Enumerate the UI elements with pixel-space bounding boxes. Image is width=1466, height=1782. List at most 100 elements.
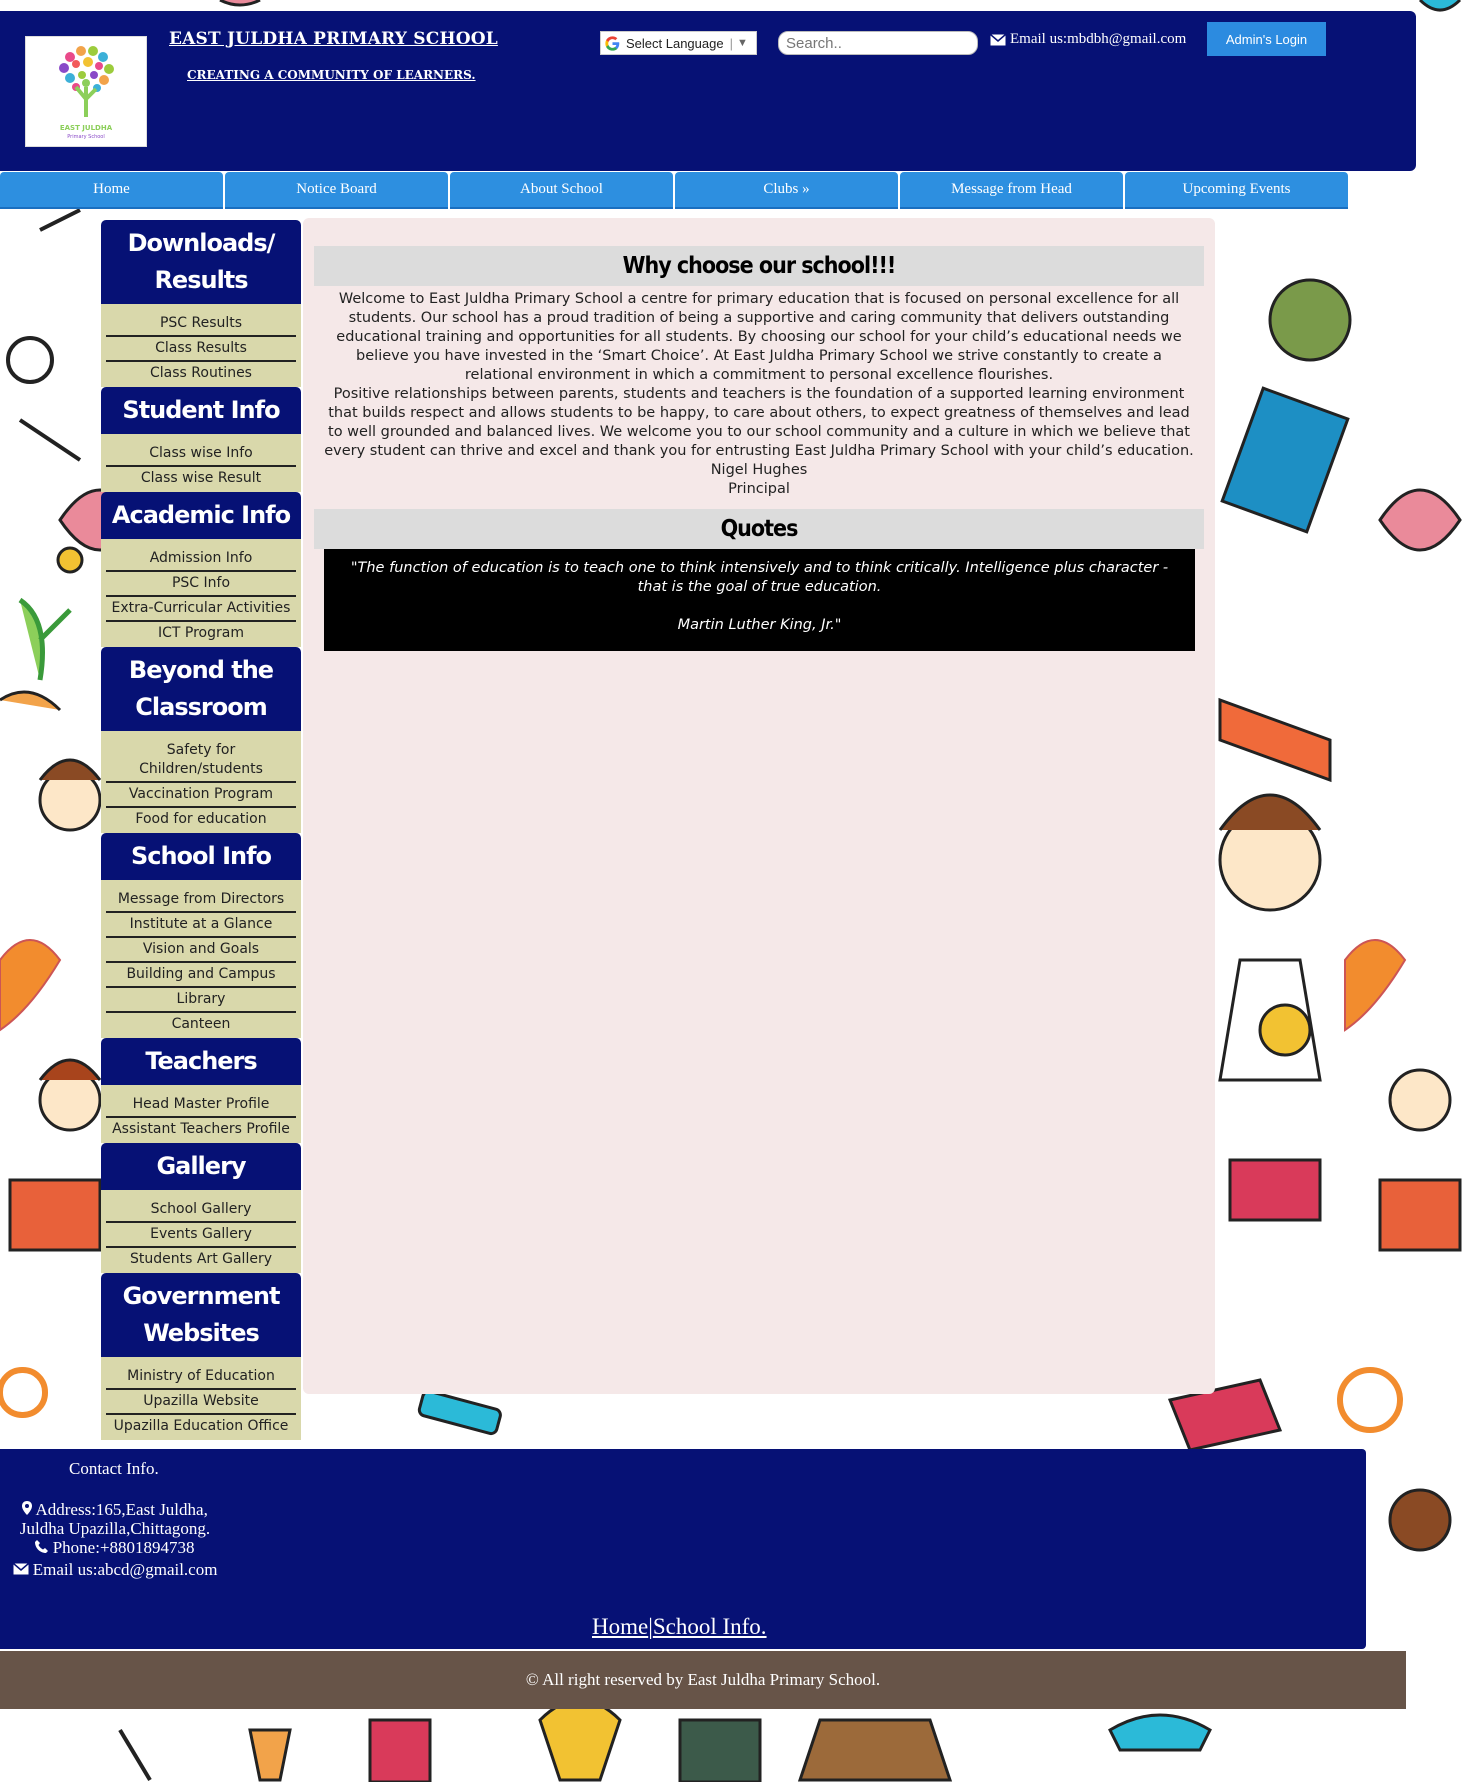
sidebar-link-vision-and-goals[interactable]: Vision and Goals [106, 938, 296, 963]
sidebar-link-vaccination[interactable]: Vaccination Program [106, 783, 296, 808]
quote-author: Martin Luther King, Jr." [677, 617, 842, 633]
sidebar-section-school-info: School Info Message from Directors Insti… [101, 833, 301, 1038]
sidebar-heading: Downloads/ Results [101, 220, 301, 304]
top-navigation: Home Notice Board About School Clubs » M… [0, 172, 1350, 209]
sidebar-link-class-wise-info[interactable]: Class wise Info [106, 442, 296, 467]
sidebar-link-building-and-campus[interactable]: Building and Campus [106, 963, 296, 988]
site-header: EAST JULDHA Primary School EAST JULDHA P… [0, 11, 1416, 171]
sidebar-link-ict-program[interactable]: ICT Program [106, 622, 296, 645]
sidebar-heading: Academic Info [101, 492, 301, 539]
header-email: Email us:mbdbh@gmail.com [990, 31, 1186, 48]
nav-clubs[interactable]: Clubs » [675, 172, 898, 209]
sidebar-link-class-routines[interactable]: Class Routines [106, 362, 296, 385]
copyright-bar: © All right reserved by East Juldha Prim… [0, 1651, 1406, 1709]
address-line-2: Juldha Upazilla,Chittagong. [19, 1519, 211, 1538]
search-input[interactable] [778, 31, 978, 55]
sidebar-link-class-wise-result[interactable]: Class wise Result [106, 467, 296, 490]
sidebar-list: Admission Info PSC Info Extra-Curricular… [101, 539, 301, 647]
language-divider: | [729, 35, 733, 51]
sidebar-heading: Government Websites [101, 1273, 301, 1357]
sidebar-link-school-gallery[interactable]: School Gallery [106, 1198, 296, 1223]
nav-message-from-head[interactable]: Message from Head [900, 172, 1123, 209]
sidebar-link-food-for-education[interactable]: Food for education [106, 808, 296, 831]
sidebar-section-downloads: Downloads/ Results PSC Results Class Res… [101, 220, 301, 387]
sidebar-link-assistant-teachers-profile[interactable]: Assistant Teachers Profile [106, 1118, 296, 1141]
sidebar-heading: Beyond the Classroom [101, 647, 301, 731]
phone-text: Phone:+8801894738 [52, 1538, 195, 1557]
sidebar: Downloads/ Results PSC Results Class Res… [101, 220, 301, 1440]
footer-email-text: Email us:abcd@gmail.com [32, 1560, 218, 1579]
sidebar-link-psc-results[interactable]: PSC Results [106, 312, 296, 337]
chevron-down-icon: ▼ [736, 37, 748, 49]
sidebar-list: Ministry of Education Upazilla Website U… [101, 1357, 301, 1440]
sidebar-link-institute-at-a-glance[interactable]: Institute at a Glance [106, 913, 296, 938]
sidebar-link-events-gallery[interactable]: Events Gallery [106, 1223, 296, 1248]
sidebar-list: PSC Results Class Results Class Routines [101, 304, 301, 387]
copyright-text: © All right reserved by East Juldha Prim… [525, 1670, 881, 1689]
sidebar-link-head-master-profile[interactable]: Head Master Profile [106, 1093, 296, 1118]
footer-links: Home|School Info. [592, 1614, 767, 1640]
address-line: Address:165,East Juldha, [10, 1500, 220, 1519]
sidebar-section-academic-info: Academic Info Admission Info PSC Info Ex… [101, 492, 301, 647]
sidebar-list: Message from Directors Institute at a Gl… [101, 880, 301, 1038]
sidebar-link-message-from-directors[interactable]: Message from Directors [106, 888, 296, 913]
language-select[interactable]: Select Language | ▼ [600, 31, 757, 55]
sidebar-heading: Student Info [101, 387, 301, 434]
sidebar-link-canteen[interactable]: Canteen [106, 1013, 296, 1036]
school-logo[interactable]: EAST JULDHA Primary School [25, 36, 147, 147]
sidebar-section-gallery: Gallery School Gallery Events Gallery St… [101, 1143, 301, 1273]
admin-login-button[interactable]: Admin's Login [1207, 22, 1326, 56]
contact-details: Address:165,East Juldha, Juldha Upazilla… [10, 1500, 220, 1579]
sidebar-list: Class wise Info Class wise Result [101, 434, 301, 492]
quotes-heading: Quotes [314, 509, 1204, 549]
sidebar-list: Head Master Profile Assistant Teachers P… [101, 1085, 301, 1143]
sidebar-link-class-results[interactable]: Class Results [106, 337, 296, 362]
main-content: Why choose our school!!! Welcome to East… [303, 218, 1215, 1394]
sidebar-link-ministry-of-education[interactable]: Ministry of Education [106, 1365, 296, 1390]
envelope-icon [12, 1560, 33, 1579]
sidebar-link-upazilla-education-office[interactable]: Upazilla Education Office [106, 1415, 296, 1438]
header-email-text: Email us:mbdbh@gmail.com [1010, 31, 1187, 47]
welcome-paragraph: Welcome to East Juldha Primary School a … [336, 291, 1182, 383]
sidebar-heading: Gallery [101, 1143, 301, 1190]
sidebar-section-student-info: Student Info Class wise Info Class wise … [101, 387, 301, 492]
svg-text:Primary School: Primary School [67, 134, 105, 140]
nav-notice-board[interactable]: Notice Board [225, 172, 448, 209]
footer-link-home[interactable]: Home [592, 1614, 648, 1639]
sidebar-list: School Gallery Events Gallery Students A… [101, 1190, 301, 1273]
map-marker-icon [22, 1500, 35, 1519]
sidebar-heading: School Info [101, 833, 301, 880]
envelope-icon [990, 33, 1006, 45]
sidebar-section-beyond-classroom: Beyond the Classroom Safety for Children… [101, 647, 301, 833]
sidebar-link-psc-info[interactable]: PSC Info [106, 572, 296, 597]
language-select-label: Select Language [626, 35, 724, 51]
school-name: EAST JULDHA PRIMARY SCHOOL [169, 29, 498, 49]
quote-box: "The function of education is to teach o… [324, 549, 1195, 651]
principal-role: Principal [728, 481, 790, 497]
footer-contact: Contact Info. Address:165,East Juldha, J… [0, 1449, 1366, 1649]
footer-link-school-info[interactable]: School Info. [653, 1614, 767, 1639]
svg-text:EAST JULDHA: EAST JULDHA [60, 124, 113, 132]
why-choose-heading: Why choose our school!!! [314, 246, 1204, 286]
sidebar-link-admission-info[interactable]: Admission Info [106, 547, 296, 572]
sidebar-list: Safety for Children/students Vaccination… [101, 731, 301, 833]
sidebar-link-students-art-gallery[interactable]: Students Art Gallery [106, 1248, 296, 1271]
nav-about-school[interactable]: About School [450, 172, 673, 209]
email-line: Email us:abcd@gmail.com [10, 1560, 220, 1579]
sidebar-section-government-websites: Government Websites Ministry of Educatio… [101, 1273, 301, 1440]
sidebar-section-teachers: Teachers Head Master Profile Assistant T… [101, 1038, 301, 1143]
phone-line: Phone:+8801894738 [10, 1538, 220, 1557]
google-icon [605, 35, 620, 51]
phone-icon [35, 1538, 52, 1557]
sidebar-link-upazilla-website[interactable]: Upazilla Website [106, 1390, 296, 1415]
sidebar-link-extra-curricular[interactable]: Extra-Curricular Activities [106, 597, 296, 622]
contact-title: Contact Info. [69, 1459, 159, 1478]
welcome-paragraph: Positive relationships between parents, … [324, 386, 1194, 459]
nav-home[interactable]: Home [0, 172, 223, 209]
principal-name: Nigel Hughes [710, 462, 808, 478]
sidebar-heading: Teachers [101, 1038, 301, 1085]
nav-upcoming-events[interactable]: Upcoming Events [1125, 172, 1348, 209]
school-tagline: CREATING A COMMUNITY OF LEARNERS. [187, 68, 476, 82]
sidebar-link-safety[interactable]: Safety for Children/students [106, 739, 296, 783]
sidebar-link-library[interactable]: Library [106, 988, 296, 1013]
